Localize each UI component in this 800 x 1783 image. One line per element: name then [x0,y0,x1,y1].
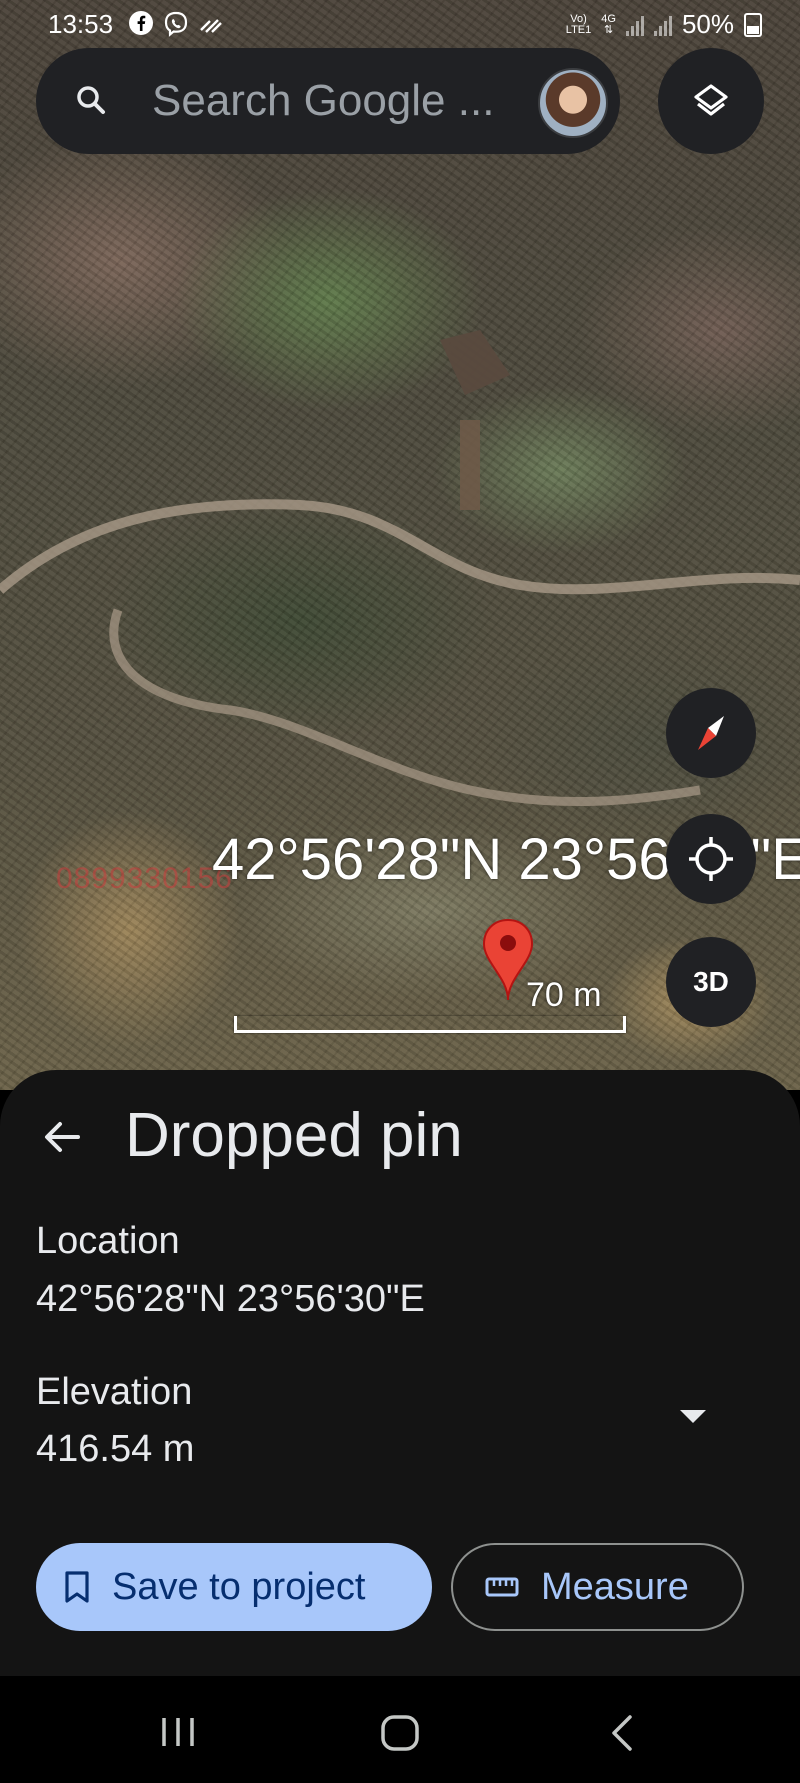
location-label: Location [36,1220,180,1262]
battery-percent: 50% [681,9,734,39]
data-arrows-icon: ⇅ [604,23,614,36]
status-right: Vo) LTE1 4G ⇅ 50% [566,9,762,40]
facebook-icon [129,11,153,35]
avatar[interactable] [538,68,608,138]
battery-icon [744,12,762,37]
back-arrow-icon[interactable] [40,1115,84,1159]
network-type: 4G ⇅ [601,12,616,36]
data-saver-icon [200,19,222,33]
home-icon[interactable] [380,1714,420,1752]
system-nav-bar [0,1676,800,1783]
search-bar[interactable]: Search Google ... [36,48,620,154]
status-time: 13:53 [48,9,114,39]
chevron-down-icon[interactable] [680,1410,706,1423]
compass-icon [698,716,724,750]
compass-button[interactable] [666,688,756,778]
save-to-project-label: Save to project [112,1565,366,1608]
signal-icon-2 [653,14,672,36]
viber-icon [164,11,188,37]
network-type-label: 4G [601,12,616,25]
status-bar: 13:53 Vo) LTE1 4G ⇅ 50% [0,0,800,48]
volte-indicator: Vo) LTE1 [565,12,592,36]
measure-button[interactable]: Measure [451,1543,744,1631]
my-location-button[interactable] [666,814,756,904]
bookmark-icon [65,1571,89,1603]
elevation-value: 416.54 m [36,1428,195,1470]
save-to-project-button[interactable]: Save to project [36,1543,432,1631]
crosshair-icon [689,837,733,881]
map-watermark: 0899330156 [56,862,233,895]
map-texture [0,0,800,1090]
lte-label: LTE1 [565,23,592,36]
elevation-label: Elevation [36,1371,193,1413]
3d-button[interactable]: 3D [666,937,756,1027]
back-icon[interactable] [608,1714,638,1752]
satellite-map[interactable]: 0899330156 [0,0,800,1090]
location-value[interactable]: 42°56'28"N 23°56'30"E [36,1278,425,1321]
sheet-title: Dropped pin [125,1101,463,1170]
search-input[interactable]: Search Google ... [152,76,494,126]
measure-label: Measure [541,1565,689,1608]
place-sheet[interactable]: Dropped pin Location 42°56'28"N 23°56'30… [0,1070,800,1676]
signal-icon [625,14,644,36]
layers-icon [694,84,728,116]
coordinate-overlay-tail: "E [750,827,800,892]
notification-icons [128,10,224,38]
ruler-icon [485,1577,519,1597]
scale-label: 70 m [526,976,602,1014]
recents-icon[interactable] [158,1714,198,1750]
coordinate-overlay-text: 42°56'28"N 23°56 [212,827,671,892]
volte-label: Vo) [570,12,587,25]
search-icon[interactable] [72,81,112,121]
layers-button[interactable] [658,48,764,154]
scale-bar [234,1016,626,1033]
